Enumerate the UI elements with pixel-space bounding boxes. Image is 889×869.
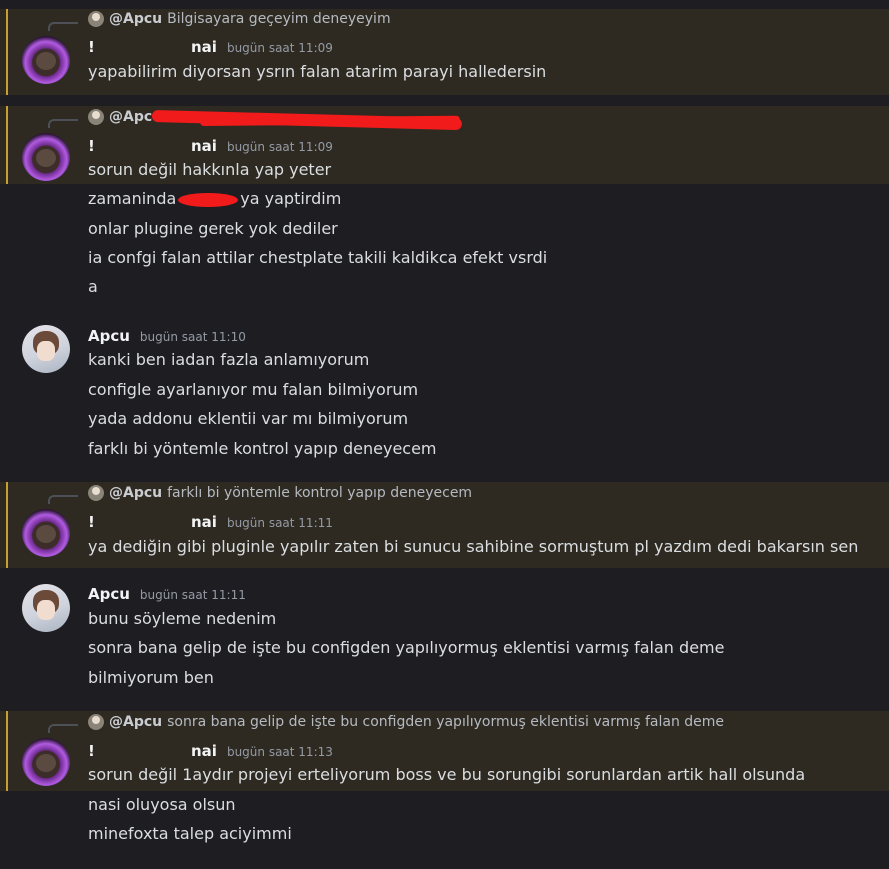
reply-preview[interactable]: @Apcu farklı bi yöntemle kontrol yapıp d… [88, 485, 472, 501]
message-text: kanki ben iadan fazla anlamıyorum [88, 350, 370, 369]
avatar[interactable] [22, 509, 70, 557]
username-prefix: ! [88, 137, 95, 155]
message-header: Apcu bugün saat 11:11 [88, 585, 246, 603]
reply-spine [48, 495, 78, 504]
message-text: nasi oluyosa olsun [88, 795, 236, 814]
message-text: zamaninda ya yaptirdim [88, 189, 341, 208]
avatar[interactable] [22, 738, 70, 786]
timestamp: bugün saat 11:09 [226, 140, 333, 154]
username[interactable]: nai [191, 38, 217, 56]
reply-avatar [88, 11, 104, 27]
message-text: sorun değil 1aydır projeyi erteliyorum b… [88, 765, 806, 784]
message-text: sorun değil hakkınla yap yeter [88, 160, 332, 179]
message-group: Apcu bugün saat 11:10 kanki ben iadan fa… [0, 316, 889, 466]
reply-spine [48, 724, 78, 733]
timestamp: bugün saat 11:10 [139, 330, 246, 344]
message-text: onlar plugine gerek yok dediler [88, 219, 338, 238]
message-text-part: ya yaptirdim [240, 189, 342, 208]
message-text: bilmiyorum ben [88, 668, 214, 687]
username-prefix: ! [88, 742, 95, 760]
message-text: yada addonu eklentii var mı bilmiyorum [88, 409, 409, 428]
username[interactable]: nai [191, 742, 217, 760]
avatar[interactable] [22, 133, 70, 181]
username[interactable]: Apcu [88, 585, 130, 603]
username[interactable]: nai [191, 137, 217, 155]
reply-preview[interactable]: @Apcu sonra bana gelip de işte bu config… [88, 714, 724, 730]
message-group: @Apcu Bilgisayara geçeyim deneyeyim ! na… [0, 9, 889, 95]
redaction-mark [178, 192, 239, 207]
message-header: ! nai bugün saat 11:09 [88, 137, 333, 155]
message-header: Apcu bugün saat 11:10 [88, 327, 246, 345]
message-text: ya dediğin gibi pluginle yapılır zaten b… [88, 537, 859, 556]
reply-author[interactable]: @Apcu [109, 485, 162, 501]
timestamp: bugün saat 11:09 [226, 41, 333, 55]
message-group: @Apcu ! nai bugün saat 11:09 sorun değil… [0, 106, 889, 306]
reply-text: Bilgisayara geçeyim deneyeyim [167, 11, 391, 27]
message-text: configle ayarlanıyor mu falan bilmiyorum [88, 380, 419, 399]
message-text: sonra bana gelip de işte bu configden ya… [88, 638, 725, 657]
reply-author[interactable]: @Apcu [109, 11, 162, 27]
message-header: ! nai bugün saat 11:13 [88, 742, 333, 760]
timestamp: bugün saat 11:11 [226, 516, 333, 530]
reply-avatar [88, 485, 104, 501]
message-text: minefoxta talep aciyimmi [88, 824, 292, 843]
message-group: @Apcu sonra bana gelip de işte bu config… [0, 711, 889, 861]
reply-author[interactable]: @Apcu [109, 714, 162, 730]
reply-spine [48, 119, 78, 128]
message-header: ! nai bugün saat 11:11 [88, 513, 333, 531]
avatar[interactable] [22, 36, 70, 84]
username-prefix: ! [88, 38, 95, 56]
message-text: ia confgi falan attilar chestplate takil… [88, 248, 548, 267]
reply-avatar [88, 714, 104, 730]
message-text: a [88, 277, 98, 296]
reply-spine [48, 22, 78, 31]
message-group: Apcu bugün saat 11:11 bunu söyleme neden… [0, 575, 889, 700]
message-text-part: zamaninda [88, 189, 177, 208]
timestamp: bugün saat 11:13 [226, 745, 333, 759]
avatar[interactable] [22, 325, 70, 373]
username-prefix: ! [88, 513, 95, 531]
message-text: farklı bi yöntemle kontrol yapıp deneyec… [88, 439, 437, 458]
avatar[interactable] [22, 584, 70, 632]
timestamp: bugün saat 11:11 [139, 588, 246, 602]
message-text: bunu söyleme nedenim [88, 609, 277, 628]
message-text: yapabilirim diyorsan ysrın falan atarim … [88, 62, 547, 81]
reply-preview[interactable]: @Apcu Bilgisayara geçeyim deneyeyim [88, 11, 391, 27]
username[interactable]: nai [191, 513, 217, 531]
reply-text: sonra bana gelip de işte bu configden ya… [167, 714, 725, 730]
chat-message-list: @Apcu Bilgisayara geçeyim deneyeyim ! na… [0, 0, 889, 869]
message-header: ! nai bugün saat 11:09 [88, 38, 333, 56]
reply-avatar [88, 109, 104, 125]
message-group: @Apcu farklı bi yöntemle kontrol yapıp d… [0, 482, 889, 568]
username[interactable]: Apcu [88, 327, 130, 345]
reply-text: farklı bi yöntemle kontrol yapıp deneyec… [167, 485, 473, 501]
